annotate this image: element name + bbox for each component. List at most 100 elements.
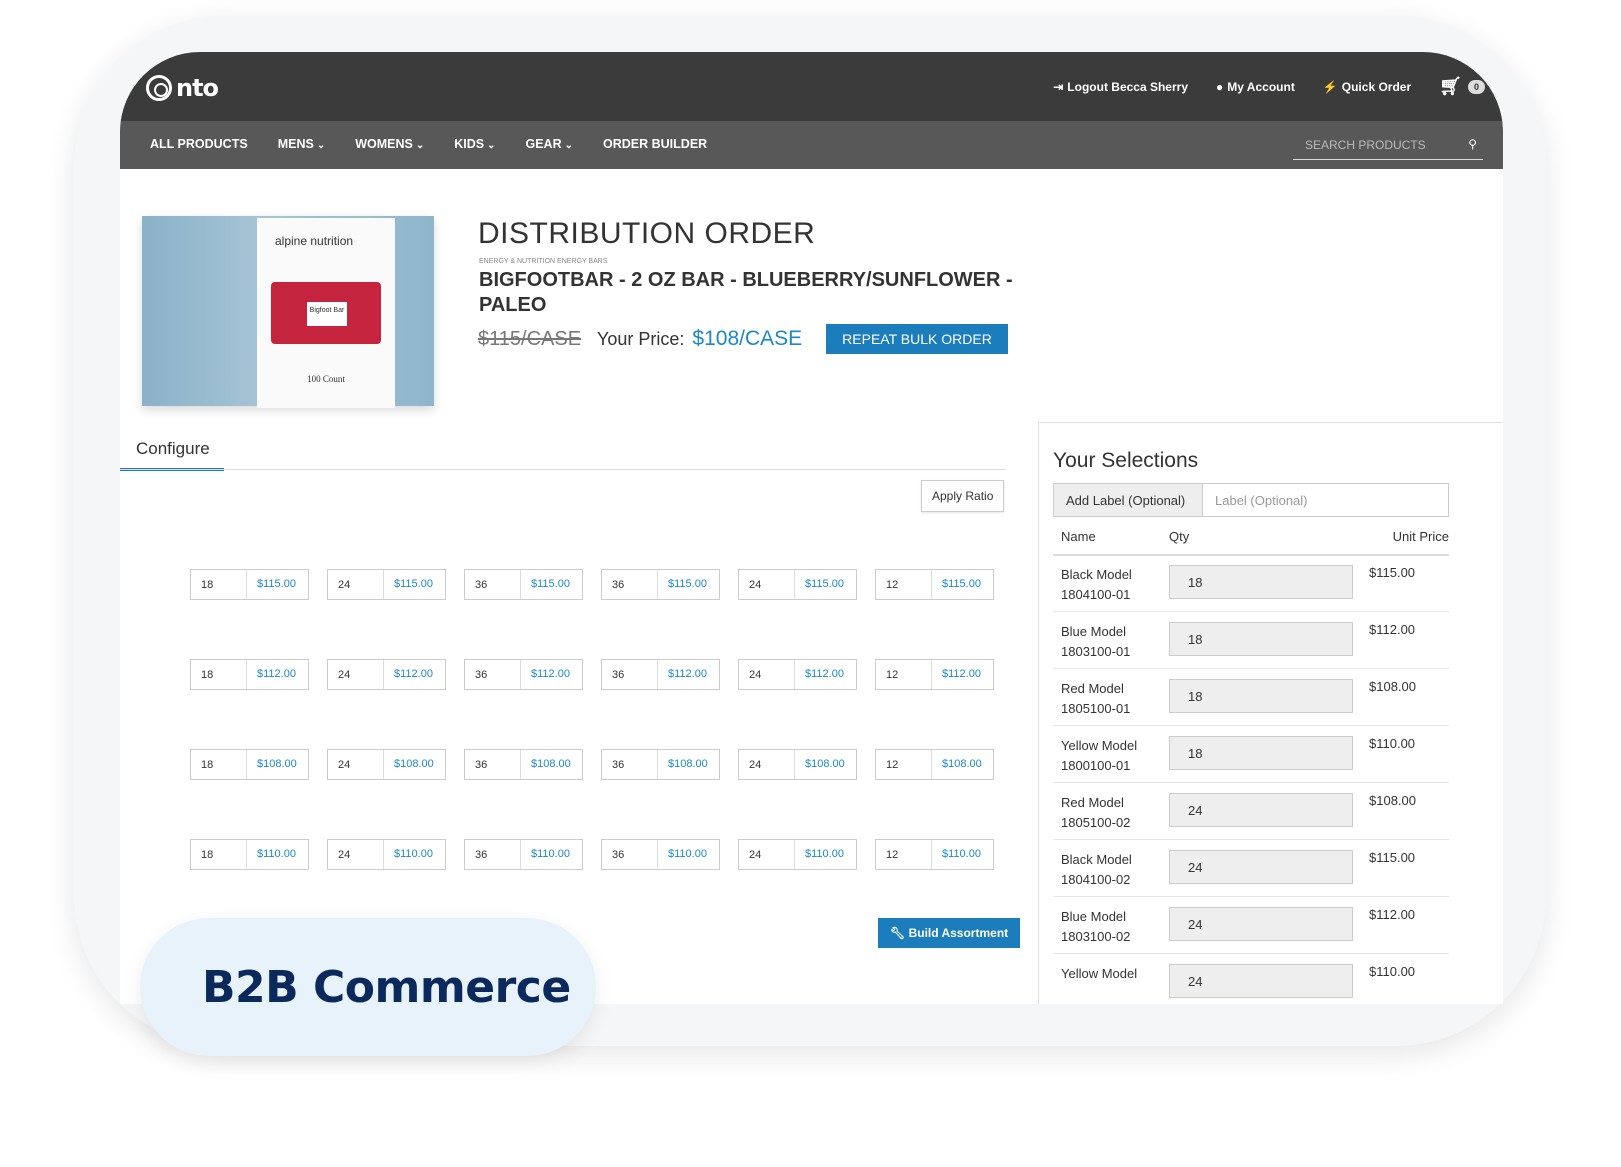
configure-grid: 18 $115.00 24 $115.00 36 $115.00 36 $115.00 24 $1… xyxy=(190,569,994,929)
qty-input[interactable]: 36 xyxy=(465,570,521,599)
qty-input[interactable]: 36 xyxy=(602,750,658,779)
qty-input[interactable]: 12 xyxy=(876,660,932,689)
model-cell: Black Model 1804100-02 xyxy=(1053,850,1169,890)
cart-button[interactable]: 🛒︎ 0 xyxy=(1439,76,1485,97)
label-input-group: Add Label (Optional) Label (Optional) xyxy=(1053,483,1449,517)
table-row: Blue Model 1803100-01 18 $112.00 xyxy=(1053,612,1449,669)
qty-field[interactable]: 24 xyxy=(1169,907,1353,941)
qty-field[interactable]: 18 xyxy=(1169,622,1353,656)
nav-item-womens[interactable]: WOMENS ⌄ xyxy=(355,137,424,151)
selections-table-header: Name Qty Unit Price xyxy=(1053,529,1449,556)
table-row: Black Model 1804100-02 24 $115.00 xyxy=(1053,840,1449,897)
nav-item-label: MENS xyxy=(277,137,314,151)
qty-input[interactable]: 12 xyxy=(876,840,932,869)
qty-input[interactable]: 24 xyxy=(739,840,795,869)
qty-input[interactable]: 24 xyxy=(739,570,795,599)
cell-price: $112.00 xyxy=(942,668,981,680)
label-input[interactable]: Label (Optional) xyxy=(1203,484,1308,516)
qty-input[interactable]: 36 xyxy=(602,840,658,869)
nav-item-mens[interactable]: MENS ⌄ xyxy=(278,137,326,151)
qty-input[interactable]: 24 xyxy=(739,660,795,689)
cell-price: $108.00 xyxy=(668,758,708,770)
cell-price: $115.00 xyxy=(942,578,981,590)
model-cell: Blue Model 1803100-01 xyxy=(1053,622,1169,662)
box-face: alpine nutrition Bigfoot Bar 100 Count xyxy=(257,218,395,408)
model-sku: 1805100-02 xyxy=(1061,815,1131,830)
box-count: 100 Count xyxy=(307,374,345,384)
logo-icon xyxy=(146,75,172,101)
qty-field[interactable]: 24 xyxy=(1169,964,1353,998)
nav-item-kids[interactable]: KIDS ⌄ xyxy=(454,137,495,151)
apply-ratio-button[interactable]: Apply Ratio xyxy=(921,480,1005,512)
col-qty: Qty xyxy=(1169,529,1190,544)
cell-price: $112.00 xyxy=(394,668,433,680)
user-icon: ● xyxy=(1216,79,1224,94)
logout-link[interactable]: ⇥ Logout Becca Sherry xyxy=(1053,80,1188,94)
qty-field[interactable]: 24 xyxy=(1169,850,1353,884)
qty-input[interactable]: 36 xyxy=(602,570,658,599)
qty-input[interactable]: 24 xyxy=(328,840,384,869)
model-name: Blue Model xyxy=(1061,909,1127,924)
nav-item-all-products[interactable]: ALL PRODUCTS xyxy=(150,137,248,151)
cell-price: $112.00 xyxy=(531,668,570,680)
tab-configure[interactable]: Configure xyxy=(120,427,224,471)
model-sku: 1803100-01 xyxy=(1061,644,1131,659)
qty-price-cell: 18 $112.00 xyxy=(190,659,309,690)
cell-price: $115.00 xyxy=(531,578,570,590)
repeat-bulk-order-button[interactable]: REPEAT BULK ORDER xyxy=(826,324,1008,354)
logout-label: Logout Becca Sherry xyxy=(1067,79,1188,94)
add-label-button[interactable]: Add Label (Optional) xyxy=(1054,484,1203,516)
unit-price: $110.00 xyxy=(1369,964,1416,979)
search-icon[interactable]: ⚲ xyxy=(1468,137,1477,151)
search-input[interactable]: SEARCH PRODUCTS ⚲ xyxy=(1293,130,1483,160)
qty-price-cell: 18 $115.00 xyxy=(190,569,309,600)
selections-title: Your Selections xyxy=(1053,449,1199,472)
qty-price-cell: 36 $108.00 xyxy=(601,749,720,780)
model-cell: Yellow Model xyxy=(1053,964,1169,984)
qty-price-cell: 24 $108.00 xyxy=(738,749,857,780)
nav-item-order-builder[interactable]: ORDER BUILDER xyxy=(603,137,707,151)
cell-price: $108.00 xyxy=(805,758,845,770)
qty-input[interactable]: 18 xyxy=(191,750,247,779)
qty-price-cell: 12 $115.00 xyxy=(875,569,994,600)
nav-item-gear[interactable]: GEAR ⌄ xyxy=(526,137,574,151)
qty-input[interactable]: 18 xyxy=(191,570,247,599)
qty-input[interactable]: 24 xyxy=(328,750,384,779)
unit-price: $110.00 xyxy=(1369,736,1416,751)
cell-price: $110.00 xyxy=(668,848,707,860)
qty-input[interactable]: 12 xyxy=(876,570,932,599)
product-name: BIGFOOTBAR - 2 OZ BAR - BLUEBERRY/SUNFLO… xyxy=(479,269,1013,316)
qty-input[interactable]: 36 xyxy=(602,660,658,689)
build-assortment-button[interactable]: 🔧︎ Build Assortment xyxy=(878,918,1021,948)
qty-input[interactable]: 36 xyxy=(465,660,521,689)
qty-input[interactable]: 36 xyxy=(465,750,521,779)
logout-icon: ⇥ xyxy=(1053,79,1064,94)
qty-input[interactable]: 24 xyxy=(328,570,384,599)
your-price: $108/CASE xyxy=(692,327,803,350)
nav-items: ALL PRODUCTS MENS ⌄ WOMENS ⌄ KIDS ⌄ GEAR ⌄ ORDER … xyxy=(150,137,707,151)
qty-field[interactable]: 18 xyxy=(1169,679,1353,713)
qty-input[interactable]: 18 xyxy=(191,660,247,689)
qty-price-cell: 24 $110.00 xyxy=(738,839,857,870)
qty-input[interactable]: 36 xyxy=(465,840,521,869)
qty-input[interactable]: 24 xyxy=(739,750,795,779)
tab-divider xyxy=(120,469,1006,470)
qty-price-cell: 12 $110.00 xyxy=(875,839,994,870)
unit-price: $112.00 xyxy=(1369,907,1416,922)
quick-order-link[interactable]: ⚡ Quick Order xyxy=(1323,80,1411,94)
qty-input[interactable]: 12 xyxy=(876,750,932,779)
qty-input[interactable]: 24 xyxy=(328,660,384,689)
build-assortment-label: Build Assortment xyxy=(908,926,1009,940)
qty-field[interactable]: 18 xyxy=(1169,736,1353,770)
my-account-link[interactable]: ● My Account xyxy=(1216,80,1295,94)
cell-price: $115.00 xyxy=(668,578,707,590)
qty-field[interactable]: 24 xyxy=(1169,793,1353,827)
qty-price-cell: 18 $110.00 xyxy=(190,839,309,870)
qty-input[interactable]: 18 xyxy=(191,840,247,869)
chevron-down-icon: ⌄ xyxy=(487,140,496,151)
logo[interactable]: nto xyxy=(146,74,219,102)
badge-text: B2B Commerce xyxy=(202,962,571,1013)
qty-price-cell: 12 $108.00 xyxy=(875,749,994,780)
qty-field[interactable]: 18 xyxy=(1169,565,1353,599)
grid-row: 18 $108.00 24 $108.00 36 $108.00 36 $108.00 24 $1… xyxy=(190,749,994,839)
